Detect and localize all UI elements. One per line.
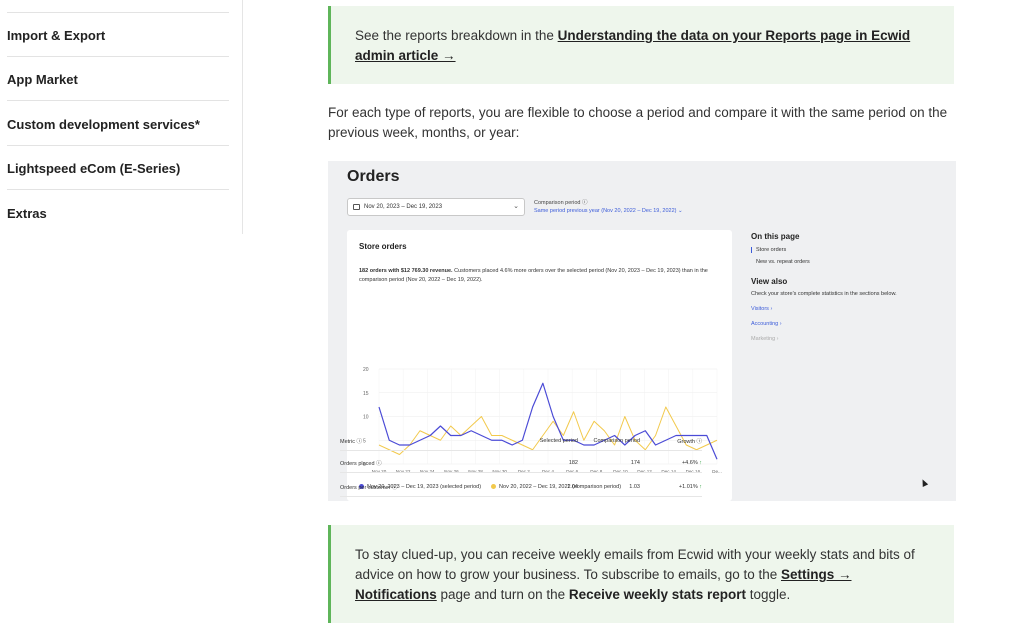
header-comparison: Comparison period [593, 437, 640, 444]
sidebar-item-extras[interactable]: Extras [7, 191, 229, 235]
view-also-heading: View also [751, 277, 788, 286]
mouse-cursor-icon [919, 478, 929, 487]
visitors-link[interactable]: Visitors › [751, 306, 951, 312]
chevron-down-icon: ⌄ [513, 203, 519, 210]
callout-reports-breakdown: See the reports breakdown in the Underst… [328, 6, 954, 84]
growth-value: +4.6% ↑ [681, 459, 702, 466]
header-growth: Growth ⓘ [677, 438, 702, 445]
comparison-period-select[interactable]: Same period previous year (Nov 20, 2022 … [534, 208, 683, 214]
comparison-value: 1.03 [629, 483, 640, 490]
date-range-picker[interactable]: Nov 20, 2023 – Dec 19, 2023 ⌄ [347, 198, 525, 216]
intro-paragraph: For each type of reports, you are flexib… [328, 105, 948, 140]
sidebar-item-label: App Market [7, 71, 78, 87]
callout-text: page and turn on the [436, 587, 569, 602]
arrow-up-icon: ↑ [699, 459, 702, 466]
toc-item-store-orders[interactable]: Store orders [751, 247, 951, 253]
arrow-up-icon: ↑ [699, 483, 702, 490]
x-tick-label: De... [712, 469, 722, 474]
table-row: Orders placed ⓘ 182 174 +4.6% ↑ [340, 453, 702, 473]
sidebar-item-import-export[interactable]: Import & Export [7, 13, 229, 57]
card-description-bold: 182 orders with $12 769.30 revenue. [359, 268, 453, 274]
reports-screenshot: Orders Nov 20, 2023 – Dec 19, 2023 ⌄ Com… [328, 161, 956, 501]
header-metric: Metric ⓘ [340, 438, 363, 445]
sidebar-item-label: Import & Export [7, 27, 106, 43]
on-this-page-panel: On this page Store orders New vs. repeat… [751, 232, 951, 342]
callout-text: See the reports breakdown in the [355, 28, 558, 43]
marketing-link[interactable]: Marketing › [751, 336, 951, 342]
selected-value: 1.04 [567, 483, 578, 490]
accounting-link[interactable]: Accounting › [751, 321, 951, 327]
sidebar-item-label: Custom development services* [7, 116, 200, 132]
metric-name: Orders per customer ⓘ [340, 484, 398, 491]
y-tick-label: 15 [363, 391, 369, 397]
growth-value: +1.01% ↑ [678, 483, 702, 490]
view-also-desc: Check your store's complete statistics i… [751, 291, 897, 297]
table-row: Orders per customer ⓘ 1.04 1.03 +1.01% ↑ [340, 477, 702, 497]
sidebar-item-label: Lightspeed eCom (E-Series) [7, 160, 181, 176]
comparison-value: 174 [630, 459, 640, 466]
sidebar-item-custom-development[interactable]: Custom development services* [7, 102, 229, 146]
selected-value: 182 [568, 459, 578, 466]
comparison-period-label: Comparison period ⓘ [534, 200, 588, 206]
table-header: Metric ⓘ Selected period Comparison peri… [340, 431, 702, 451]
orders-title: Orders [347, 168, 400, 185]
date-range-value: Nov 20, 2023 – Dec 19, 2023 [364, 204, 443, 210]
callout-text: toggle. [745, 587, 791, 602]
calendar-icon [353, 204, 360, 210]
y-tick-label: 20 [363, 367, 369, 373]
sidebar-item-lightspeed-ecom[interactable]: Lightspeed eCom (E-Series) [7, 146, 229, 190]
callout-weekly-stats: To stay clued-up, you can receive weekly… [328, 525, 954, 623]
weekly-stats-toggle-name: Receive weekly stats report [568, 587, 746, 602]
card-title: Store orders [359, 242, 407, 251]
card-description: 182 orders with $12 769.30 revenue. Cust… [359, 267, 721, 285]
toc-item-new-repeat[interactable]: New vs. repeat orders [751, 259, 951, 265]
y-tick-label: 10 [363, 415, 369, 421]
header-selected: Selected period [539, 437, 578, 444]
metric-name: Orders placed ⓘ [340, 460, 382, 467]
sidebar-item-app-market[interactable]: App Market [7, 57, 229, 101]
sidebar-nav: Import & Export App Market Custom develo… [0, 0, 243, 234]
sidebar-item-label: Extras [7, 205, 47, 221]
on-this-page-heading: On this page [751, 232, 800, 241]
